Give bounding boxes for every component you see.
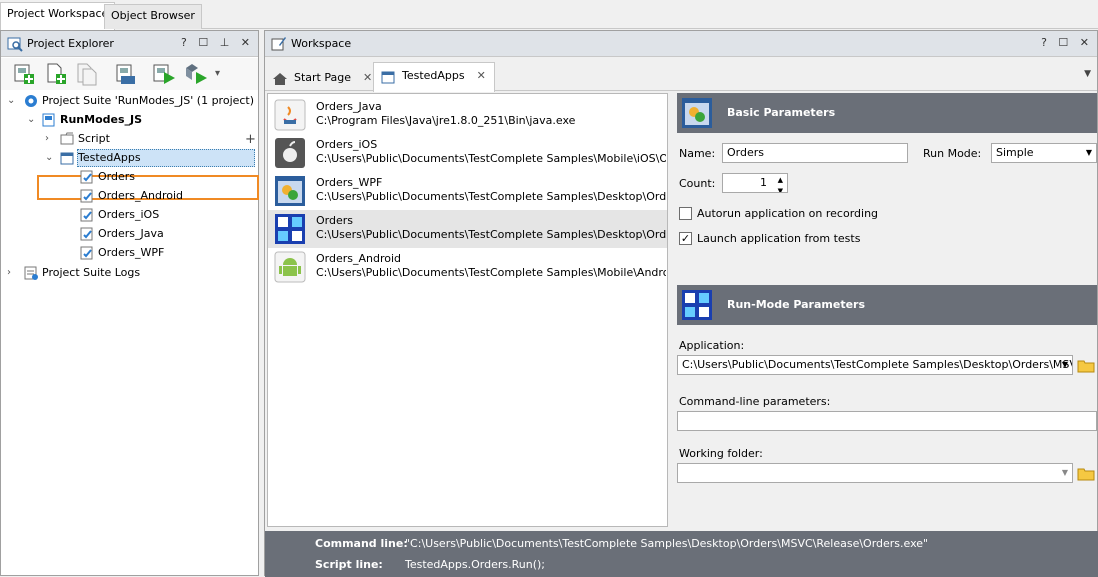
chevron-down-icon: ▼ xyxy=(1085,148,1092,157)
project-suite-icon xyxy=(25,95,37,107)
count-label: Count: xyxy=(679,177,716,190)
workspace-header: Workspace ? ☐ ✕ xyxy=(265,31,1097,57)
project-explorer-title: Project Explorer xyxy=(27,37,114,50)
spin-down-icon[interactable]: ▼ xyxy=(778,182,783,192)
tree-item-orders-ios[interactable]: Orders_iOS xyxy=(79,206,159,224)
panel-window-controls[interactable]: ? ☐ ✕ xyxy=(1041,36,1093,49)
browse-folder-icon[interactable] xyxy=(1077,359,1095,373)
tree-expand-icon[interactable]: › xyxy=(7,267,11,278)
command-line-status-bar: Command line: "C:\Users\Public\Documents… xyxy=(265,531,1098,577)
tested-app-icon xyxy=(80,227,93,241)
add-plus-icon[interactable]: + xyxy=(245,132,256,147)
tested-apps-icon xyxy=(60,152,74,165)
app-parameters-pane: Basic Parameters Name: Orders Run Mode: … xyxy=(675,93,1097,527)
tested-app-icon xyxy=(80,208,93,222)
tree-item-orders-wpf[interactable]: Orders_WPF xyxy=(79,244,164,262)
list-item[interactable]: Orders_iOS C:\Users\Public\Documents\Tes… xyxy=(268,134,667,172)
orders-app-icon xyxy=(682,290,712,320)
tab-project-workspace[interactable]: Project Workspace xyxy=(0,2,116,30)
home-icon xyxy=(273,73,287,85)
orders-app-icon xyxy=(275,214,305,244)
command-line-parameters-input[interactable] xyxy=(677,411,1097,431)
tree-expand-icon[interactable]: › xyxy=(45,133,49,144)
tree-item-tested-apps[interactable]: TestedApps xyxy=(59,149,141,167)
count-stepper[interactable]: 1 ▲ ▼ xyxy=(722,173,788,193)
autorun-label: Autorun application on recording xyxy=(697,207,879,220)
android-icon xyxy=(274,251,306,283)
tree-item-project-suite-logs[interactable]: Project Suite Logs xyxy=(23,264,140,282)
script-line-label: Script line: xyxy=(315,558,383,571)
tree-item-script[interactable]: Script xyxy=(59,130,110,148)
top-tab-bar: Project Workspace Object Browser xyxy=(0,0,1098,30)
project-explorer-icon xyxy=(7,37,23,52)
run-project-icon[interactable] xyxy=(151,62,177,86)
name-label: Name: xyxy=(679,147,716,160)
workspace-title: Workspace xyxy=(291,37,352,50)
wpf-app-icon xyxy=(682,98,712,128)
list-item[interactable]: Orders_Java C:\Program Files\Java\jre1.8… xyxy=(268,96,667,134)
workspace-icon xyxy=(271,37,286,51)
command-line-label: Command line: xyxy=(315,537,408,550)
tree-item-project-suite[interactable]: Project Suite 'RunModes_JS' (1 project) xyxy=(23,92,254,110)
properties-icon[interactable] xyxy=(113,62,139,86)
add-existing-item-icon[interactable] xyxy=(43,62,69,86)
run-project-suite-icon[interactable] xyxy=(183,62,209,86)
application-input[interactable]: C:\Users\Public\Documents\TestComplete S… xyxy=(677,355,1073,375)
chevron-down-icon[interactable]: ▾ xyxy=(215,68,220,79)
run-mode-select[interactable]: Simple ▼ xyxy=(991,143,1097,163)
working-folder-input[interactable]: ▼ xyxy=(677,463,1073,483)
close-icon[interactable]: ✕ xyxy=(477,69,486,82)
tree-collapse-icon[interactable]: ⌄ xyxy=(45,152,53,163)
launch-checkbox[interactable]: ✓ xyxy=(679,232,692,245)
run-mode-label: Run Mode: xyxy=(923,147,982,160)
chevron-down-icon[interactable]: ▼ xyxy=(1062,356,1068,374)
launch-label: Launch application from tests xyxy=(697,232,861,245)
tree-collapse-icon[interactable]: ⌄ xyxy=(27,114,35,125)
add-new-project-item-icon[interactable] xyxy=(11,62,37,86)
project-explorer-panel: Project Explorer ? ☐ ⊥ ✕ ▾ ⌄ Project Sui… xyxy=(0,30,259,576)
tree-collapse-icon[interactable]: ⌄ xyxy=(7,95,15,106)
script-folder-icon xyxy=(60,132,74,145)
tab-list-menu-icon[interactable]: ▼ xyxy=(1084,69,1091,79)
workspace-tab-bar: Start Page ✕ TestedApps ✕ ▼ xyxy=(265,58,1097,92)
command-line-parameters-label: Command-line parameters: xyxy=(679,395,831,408)
project-icon xyxy=(42,113,55,127)
name-input[interactable]: Orders xyxy=(722,143,908,163)
wpf-app-icon xyxy=(275,176,305,206)
java-app-icon xyxy=(274,99,306,131)
tree-item-orders[interactable]: Orders xyxy=(79,168,135,186)
tab-object-browser[interactable]: Object Browser xyxy=(104,4,202,29)
tested-apps-list: Orders_Java C:\Program Files\Java\jre1.8… xyxy=(267,93,668,527)
tree-item-orders-android[interactable]: Orders_Android xyxy=(79,187,183,205)
list-item[interactable]: Orders C:\Users\Public\Documents\TestCom… xyxy=(268,210,667,248)
browse-folder-icon[interactable] xyxy=(1077,467,1095,481)
tested-app-icon xyxy=(80,246,93,260)
tree-item-project[interactable]: RunModes_JS xyxy=(41,111,142,129)
project-explorer-header: Project Explorer ? ☐ ⊥ ✕ xyxy=(1,31,258,57)
explorer-toolbar: ▾ xyxy=(1,58,258,90)
autorun-checkbox[interactable] xyxy=(679,207,692,220)
tested-apps-icon xyxy=(381,71,395,84)
command-line-value: "C:\Users\Public\Documents\TestComplete … xyxy=(405,537,929,550)
script-line-value: TestedApps.Orders.Run(); xyxy=(405,558,545,571)
tested-app-icon xyxy=(80,189,93,203)
workspace-panel: Workspace ? ☐ ✕ Start Page ✕ TestedApps ✕ … xyxy=(264,30,1098,577)
list-item[interactable]: Orders_Android C:\Users\Public\Documents… xyxy=(268,248,667,286)
run-mode-parameters-header: Run-Mode Parameters xyxy=(677,285,1097,325)
apple-ios-icon xyxy=(275,138,305,168)
tree-item-orders-java[interactable]: Orders_Java xyxy=(79,225,164,243)
logs-icon xyxy=(24,266,38,280)
working-folder-label: Working folder: xyxy=(679,447,763,460)
tested-app-icon xyxy=(80,170,93,184)
application-label: Application: xyxy=(679,339,745,352)
copy-item-icon[interactable] xyxy=(73,62,99,86)
tab-tested-apps[interactable]: TestedApps ✕ xyxy=(373,62,495,92)
tab-start-page[interactable]: Start Page ✕ xyxy=(265,64,381,91)
list-item[interactable]: Orders_WPF C:\Users\Public\Documents\Tes… xyxy=(268,172,667,210)
basic-parameters-header: Basic Parameters xyxy=(677,93,1097,133)
chevron-down-icon[interactable]: ▼ xyxy=(1062,464,1068,482)
close-icon[interactable]: ✕ xyxy=(363,71,372,84)
panel-window-controls[interactable]: ? ☐ ⊥ ✕ xyxy=(181,36,254,49)
